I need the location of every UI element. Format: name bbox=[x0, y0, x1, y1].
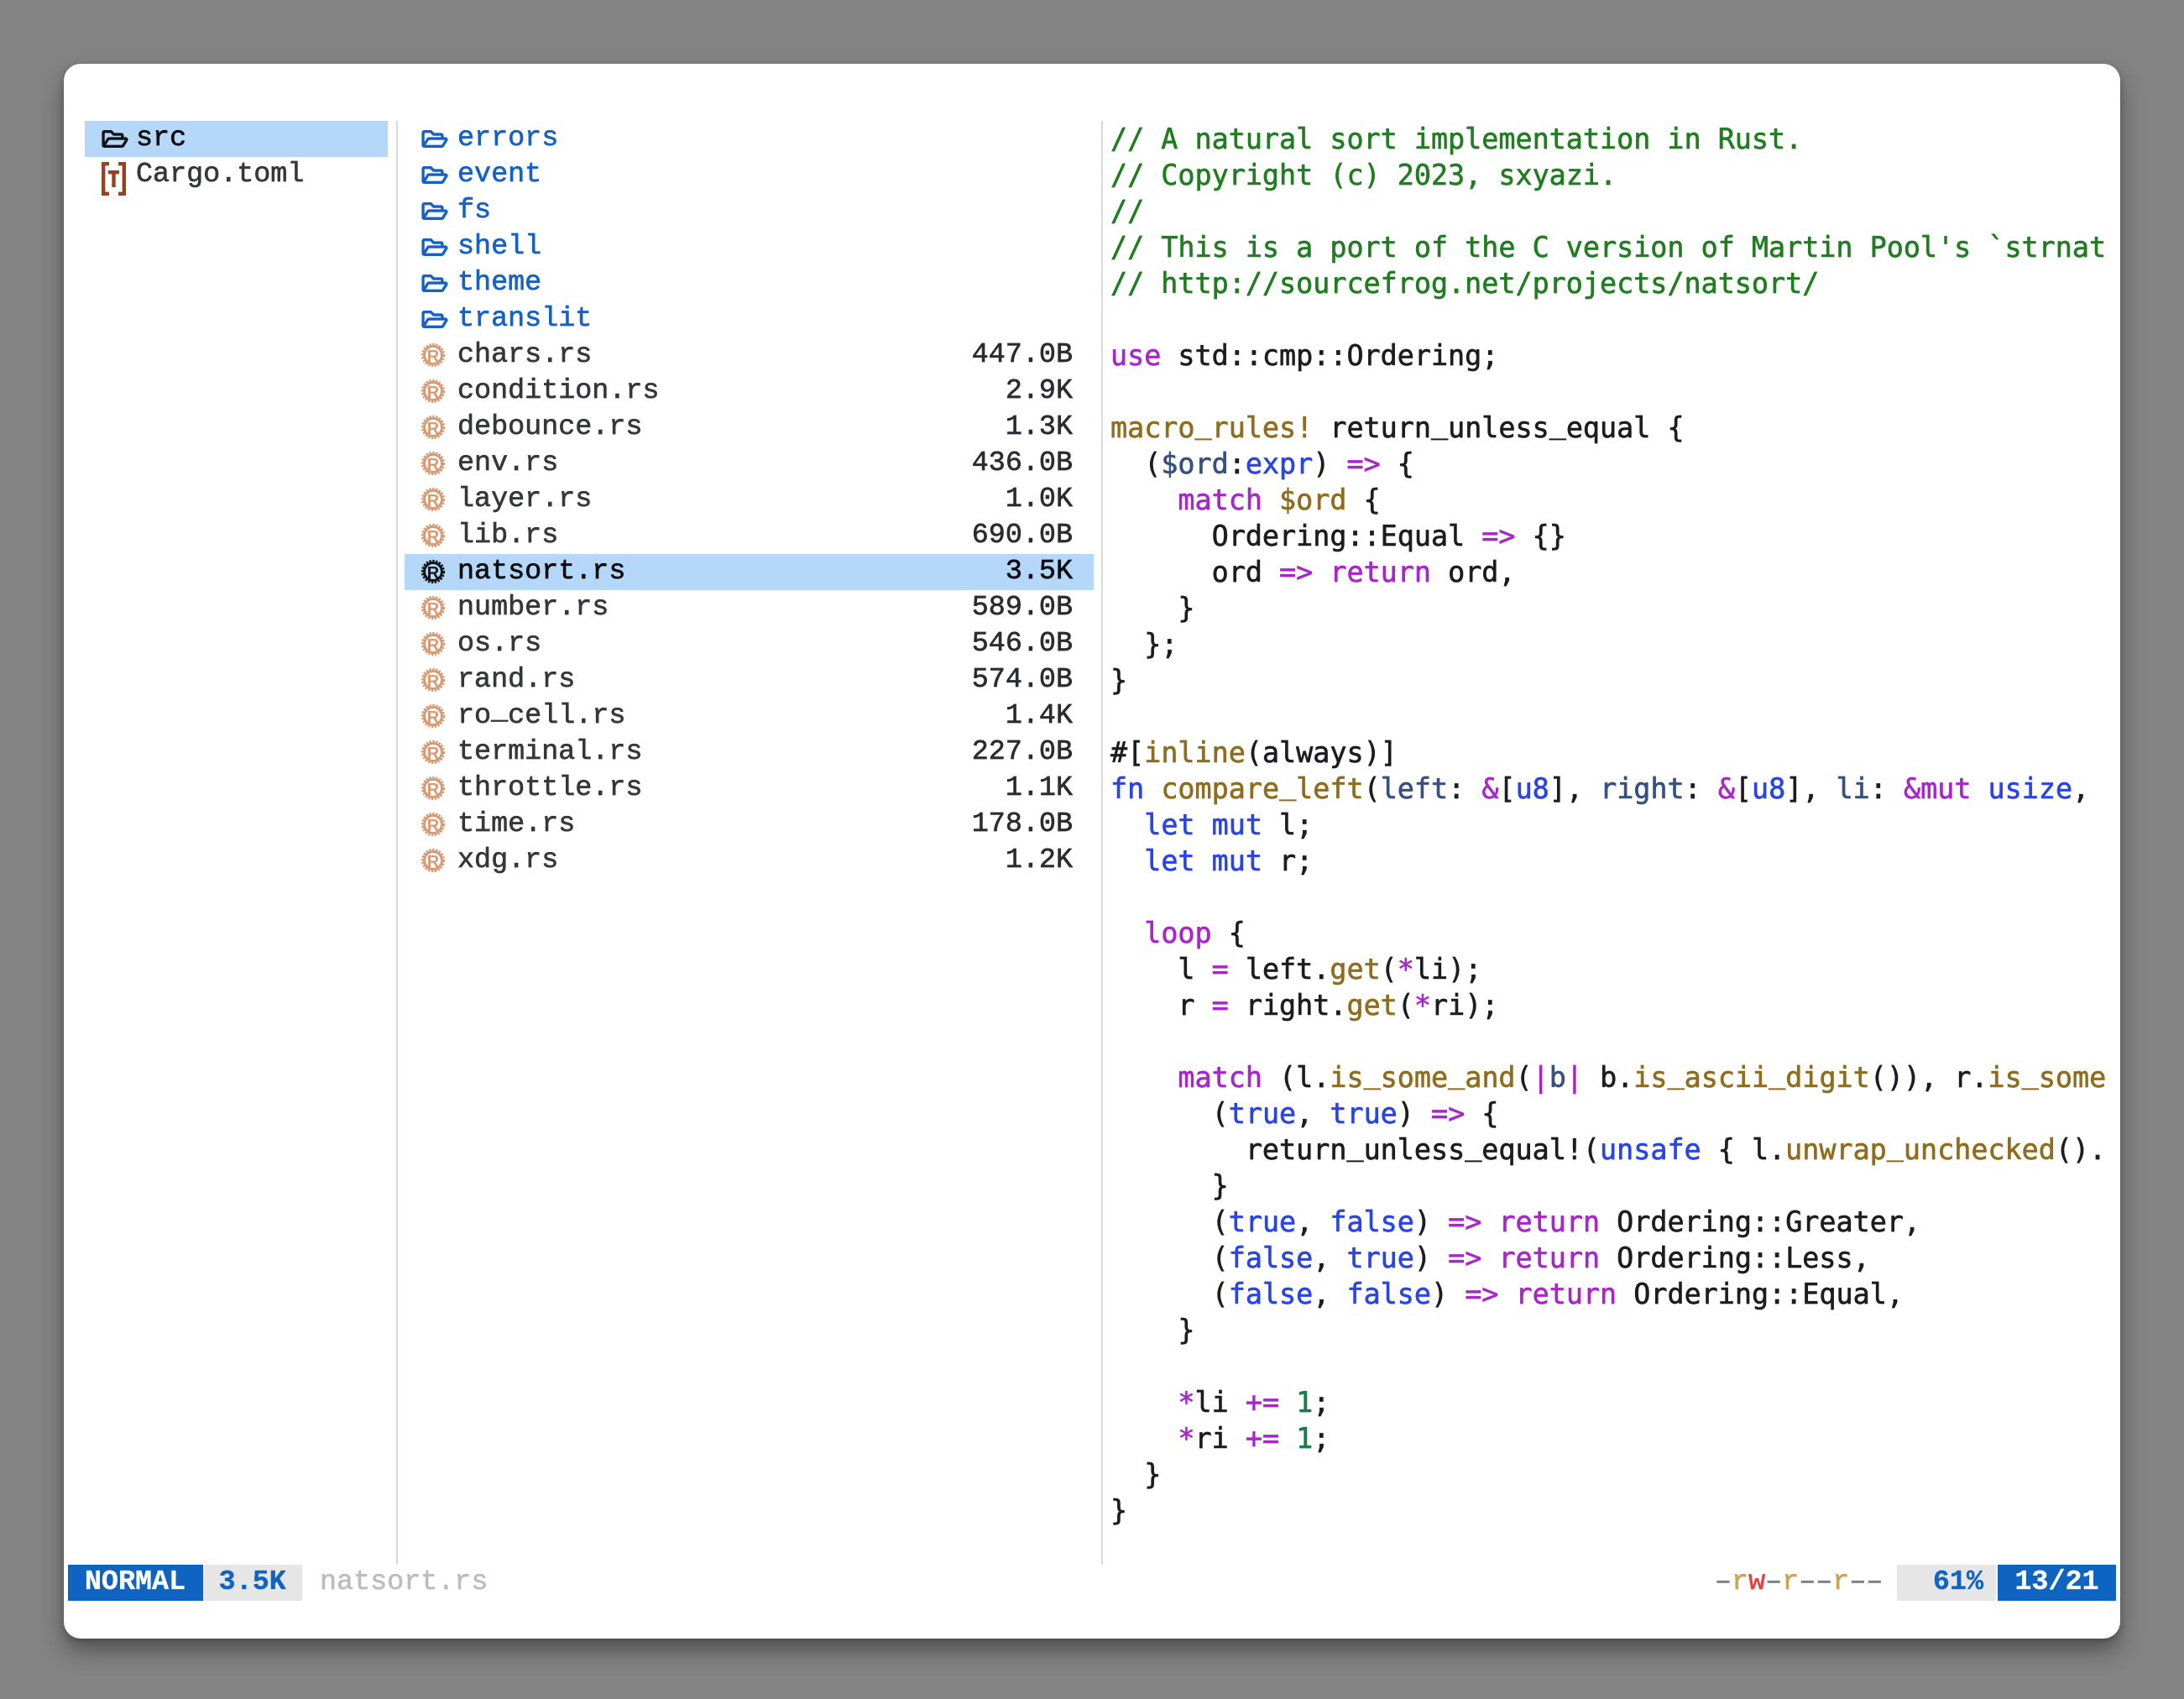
svg-text:R: R bbox=[427, 420, 440, 438]
svg-text:R: R bbox=[427, 636, 440, 655]
svg-text:R: R bbox=[427, 745, 440, 763]
svg-text:R: R bbox=[427, 853, 440, 871]
svg-text:R: R bbox=[427, 528, 440, 546]
svg-text:R: R bbox=[427, 492, 440, 510]
svg-text:R: R bbox=[427, 564, 440, 583]
svg-text:R: R bbox=[427, 817, 440, 835]
svg-text:R: R bbox=[427, 600, 440, 619]
svg-text:R: R bbox=[427, 781, 440, 799]
svg-text:R: R bbox=[427, 672, 440, 691]
svg-text:R: R bbox=[427, 708, 440, 727]
svg-text:R: R bbox=[427, 384, 440, 402]
svg-text:R: R bbox=[427, 348, 440, 366]
svg-text:R: R bbox=[427, 456, 440, 474]
